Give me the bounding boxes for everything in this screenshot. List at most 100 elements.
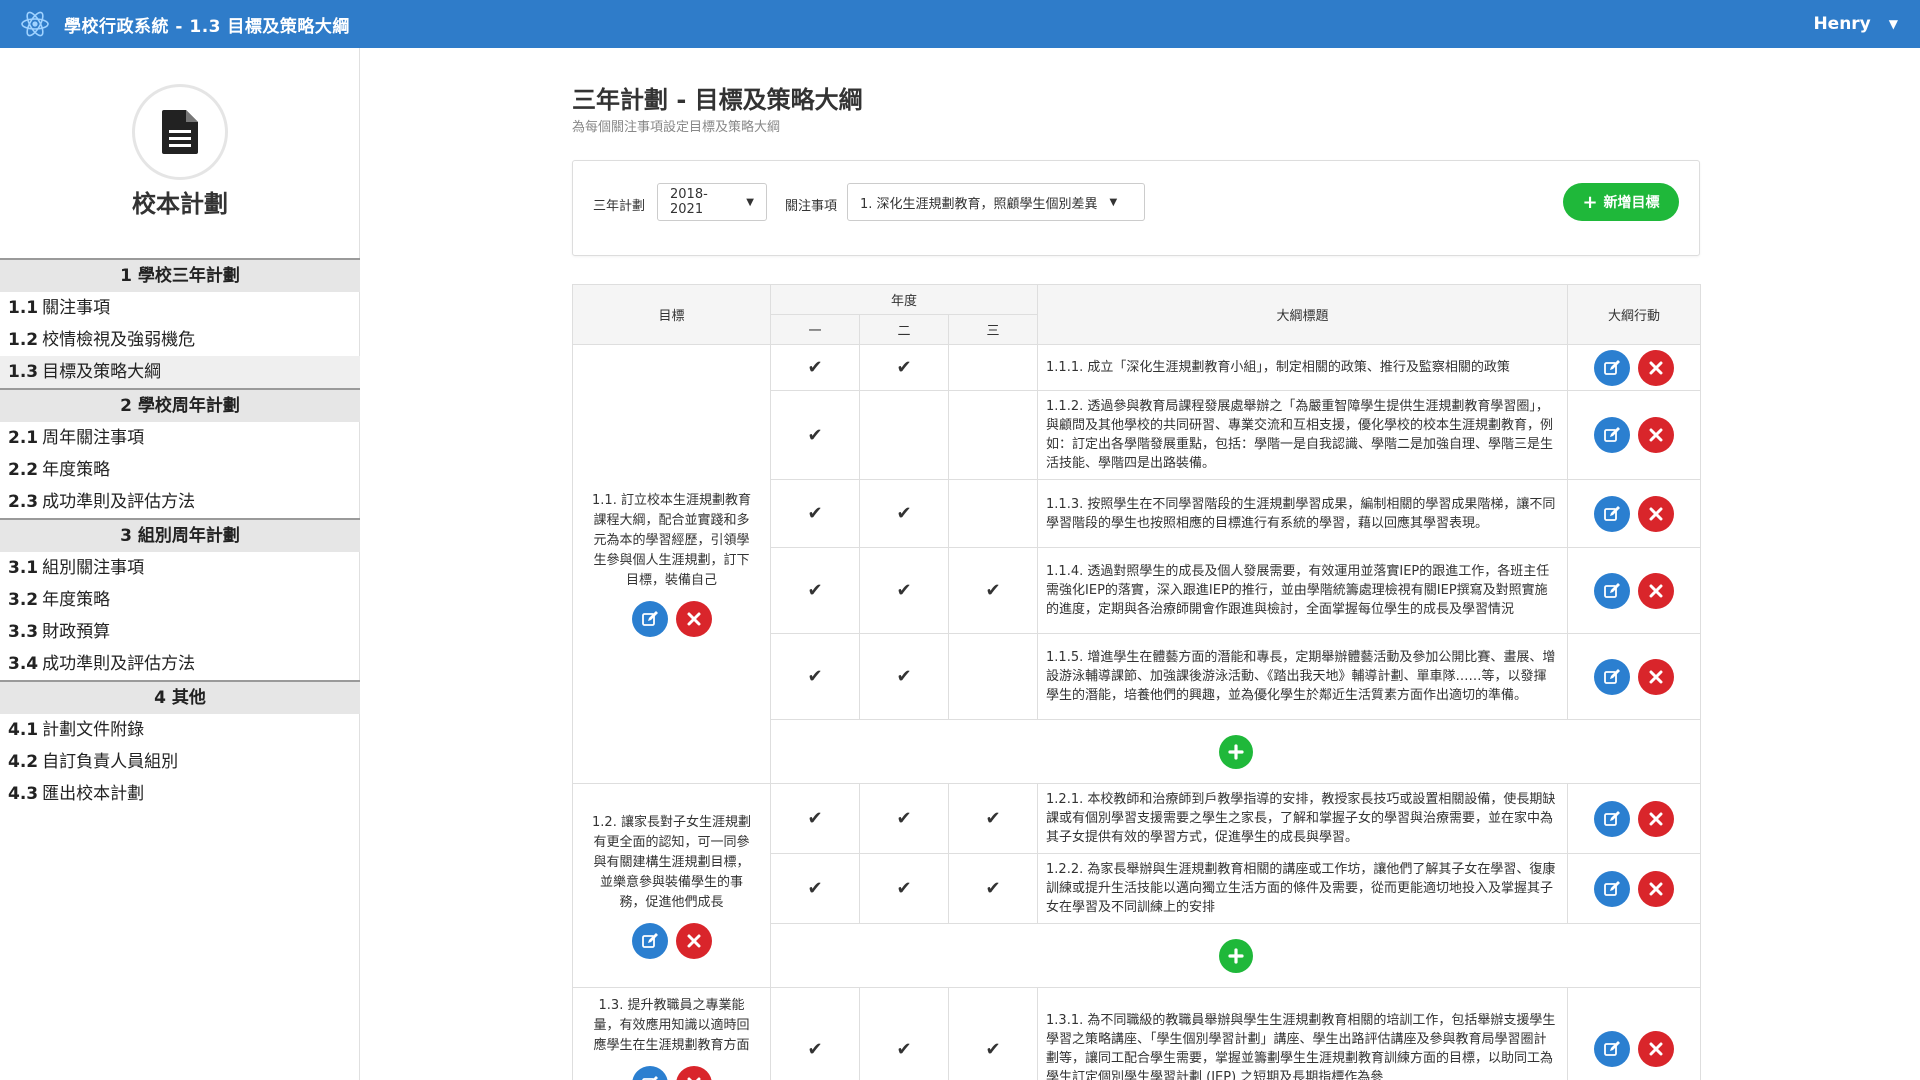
year-1-check: ✔ bbox=[770, 390, 860, 480]
outline-title: 1.1.4. 透過對照學生的成長及個人發展需要，有效運用並落實IEP的跟進工作，… bbox=[1037, 547, 1569, 634]
header-year: 年度 bbox=[769, 284, 1039, 315]
sidebar-item-3-4[interactable]: 3.4 成功準則及評估方法 bbox=[0, 648, 360, 680]
user-menu[interactable]: Henry ▼ bbox=[1813, 0, 1898, 48]
sidebar-item-3-3[interactable]: 3.3 財政預算 bbox=[0, 616, 360, 648]
outline-edit-button[interactable] bbox=[1594, 495, 1631, 532]
year-3-check bbox=[947, 479, 1039, 548]
add-outline-button[interactable] bbox=[1218, 734, 1253, 769]
year-2-check: ✔ bbox=[859, 853, 949, 924]
outline-actions bbox=[1567, 783, 1702, 854]
goal-cell: 1.2. 讓家長對子女生涯規劃有更全面的認知，可一同參與有關建構生涯規劃目標，並… bbox=[572, 783, 771, 988]
year-2-check: ✔ bbox=[859, 987, 949, 1080]
year-3-check: ✔ bbox=[947, 783, 1039, 854]
outline-title: 1.2.1. 本校教師和治療師到戶教學指導的安排，教授家長技巧或設置相關設備，使… bbox=[1037, 783, 1569, 854]
outline-edit-button[interactable] bbox=[1594, 572, 1631, 609]
outline-delete-button[interactable] bbox=[1638, 1031, 1675, 1067]
sidebar-item-1-2[interactable]: 1.2 校情檢視及強弱機危 bbox=[0, 324, 360, 356]
sidebar-item-2-1[interactable]: 2.1 周年關注事項 bbox=[0, 422, 360, 454]
sidebar-item-2-3[interactable]: 2.3 成功準則及評估方法 bbox=[0, 486, 360, 518]
outline-title: 1.1.3. 按照學生在不同學習階段的生涯規劃學習成果，編制相關的學習成果階梯，… bbox=[1037, 479, 1569, 548]
top-bar: 學校行政系統 - 1.3 目標及策略大綱 Henry ▼ bbox=[0, 0, 1920, 48]
focus-select[interactable]: 1. 深化生涯規劃教育，照顧學生個別差異 ▼ bbox=[847, 183, 1145, 221]
year-3-check: ✔ bbox=[947, 547, 1039, 634]
outline-delete-button[interactable] bbox=[1638, 658, 1675, 695]
outline-edit-button[interactable] bbox=[1594, 658, 1631, 695]
sidebar-item-2-2[interactable]: 2.2 年度策略 bbox=[0, 454, 360, 486]
sidebar-item-1-3[interactable]: 1.3 目標及策略大綱 bbox=[0, 356, 360, 388]
sidebar-section-1[interactable]: 1 學校三年計劃 bbox=[0, 258, 360, 292]
sidebar-section-3[interactable]: 3 組別周年計劃 bbox=[0, 518, 360, 552]
header-actions: 大綱行動 bbox=[1567, 284, 1702, 345]
brand-title: 校本計劃 bbox=[132, 190, 228, 218]
outline-delete-button[interactable] bbox=[1638, 870, 1675, 907]
sidebar-item-4-2[interactable]: 4.2 自訂負責人員組別 bbox=[0, 746, 360, 778]
check-icon: ✔ bbox=[807, 503, 823, 524]
year-2-check: ✔ bbox=[859, 344, 949, 391]
caret-down-icon: ▼ bbox=[746, 196, 754, 208]
outline-actions bbox=[1567, 390, 1702, 480]
goal-delete-button[interactable] bbox=[675, 1066, 712, 1080]
sidebar-item-4-3[interactable]: 4.3 匯出校本計劃 bbox=[0, 778, 360, 810]
goal-delete-button[interactable] bbox=[675, 922, 712, 959]
year-3-check: ✔ bbox=[947, 853, 1039, 924]
goal-edit-button[interactable] bbox=[631, 922, 668, 959]
outline-delete-button[interactable] bbox=[1638, 572, 1675, 609]
goal-delete-button[interactable] bbox=[675, 601, 712, 637]
sidebar-item-4-1[interactable]: 4.1 計劃文件附錄 bbox=[0, 714, 360, 746]
outline-actions bbox=[1567, 479, 1702, 548]
goal-text: 1.2. 讓家長對子女生涯規劃有更全面的認知，可一同參與有關建構生涯規劃目標，並… bbox=[592, 814, 751, 910]
sidebar-item-1-1[interactable]: 1.1 關注事項 bbox=[0, 292, 360, 324]
check-icon: ✔ bbox=[807, 666, 823, 687]
goal-edit-button[interactable] bbox=[631, 1066, 668, 1080]
plan-select-value: 2018-2021 bbox=[670, 187, 708, 217]
year-2-check bbox=[859, 390, 949, 480]
outline-delete-button[interactable] bbox=[1638, 495, 1675, 532]
check-icon: ✔ bbox=[896, 878, 912, 899]
outline-row: 1.2. 讓家長對子女生涯規劃有更全面的認知，可一同參與有關建構生涯規劃目標，並… bbox=[572, 783, 1702, 988]
goal-text: 1.1. 訂立校本生涯規劃教育課程大綱，配合並實踐和多元為本的學習經歷，引領學生… bbox=[592, 493, 751, 588]
document-icon bbox=[162, 110, 198, 154]
page-title: 三年計劃 - 目標及策略大綱 bbox=[572, 86, 863, 114]
check-icon: ✔ bbox=[985, 808, 1001, 829]
outline-delete-button[interactable] bbox=[1638, 800, 1675, 837]
check-icon: ✔ bbox=[896, 503, 912, 524]
outline-edit-button[interactable] bbox=[1594, 870, 1631, 907]
year-3-check bbox=[947, 390, 1039, 480]
goals-table: 目標 年度 大綱標題 大綱行動 一 二 三 1.1. 訂立校本生涯規劃教育課程大… bbox=[572, 284, 1702, 1080]
check-icon: ✔ bbox=[807, 1038, 823, 1060]
check-icon: ✔ bbox=[896, 357, 912, 378]
react-logo-icon[interactable] bbox=[18, 7, 52, 41]
add-goal-button[interactable]: + 新增目標 bbox=[1563, 183, 1679, 221]
focus-select-value: 1. 深化生涯規劃教育，照顧學生個別差異 bbox=[860, 196, 1098, 212]
year-1-check: ✔ bbox=[770, 344, 860, 391]
year-1-check: ✔ bbox=[770, 853, 860, 924]
check-icon: ✔ bbox=[807, 424, 823, 446]
check-icon: ✔ bbox=[985, 1038, 1001, 1060]
year-2-check: ✔ bbox=[859, 783, 949, 854]
sidebar-section-4[interactable]: 4 其他 bbox=[0, 680, 360, 714]
check-icon: ✔ bbox=[985, 878, 1001, 899]
outline-title: 1.1.5. 增進學生在體藝方面的潛能和專長，定期舉辦體藝活動及參加公開比賽、畫… bbox=[1037, 633, 1569, 720]
outline-edit-button[interactable] bbox=[1594, 349, 1631, 386]
outline-delete-button[interactable] bbox=[1638, 349, 1675, 386]
app-title: 學校行政系統 - 1.3 目標及策略大綱 bbox=[64, 16, 350, 37]
outline-edit-button[interactable] bbox=[1594, 417, 1631, 453]
plan-select[interactable]: 2018-2021 ▼ bbox=[657, 183, 767, 221]
outline-delete-button[interactable] bbox=[1638, 417, 1675, 453]
add-outline-button[interactable] bbox=[1218, 938, 1253, 973]
goal-cell: 1.3. 提升教職員之專業能量，有效應用知識以適時回應學生在生涯規劃教育方面 bbox=[572, 987, 771, 1080]
goal-edit-button[interactable] bbox=[631, 601, 668, 637]
header-year-1: 一 bbox=[770, 314, 860, 345]
check-icon: ✔ bbox=[985, 580, 1001, 601]
check-icon: ✔ bbox=[896, 808, 912, 829]
year-1-check: ✔ bbox=[770, 547, 860, 634]
outline-edit-button[interactable] bbox=[1594, 1031, 1631, 1067]
sidebar-item-3-2[interactable]: 3.2 年度策略 bbox=[0, 584, 360, 616]
outline-edit-button[interactable] bbox=[1594, 800, 1631, 837]
year-3-check bbox=[947, 344, 1039, 391]
sidebar-item-3-1[interactable]: 3.1 組別關注事項 bbox=[0, 552, 360, 584]
focus-label: 關注事項 bbox=[785, 199, 838, 214]
sidebar-section-2[interactable]: 2 學校周年計劃 bbox=[0, 388, 360, 422]
check-icon: ✔ bbox=[807, 878, 823, 899]
user-name: Henry bbox=[1813, 14, 1871, 34]
